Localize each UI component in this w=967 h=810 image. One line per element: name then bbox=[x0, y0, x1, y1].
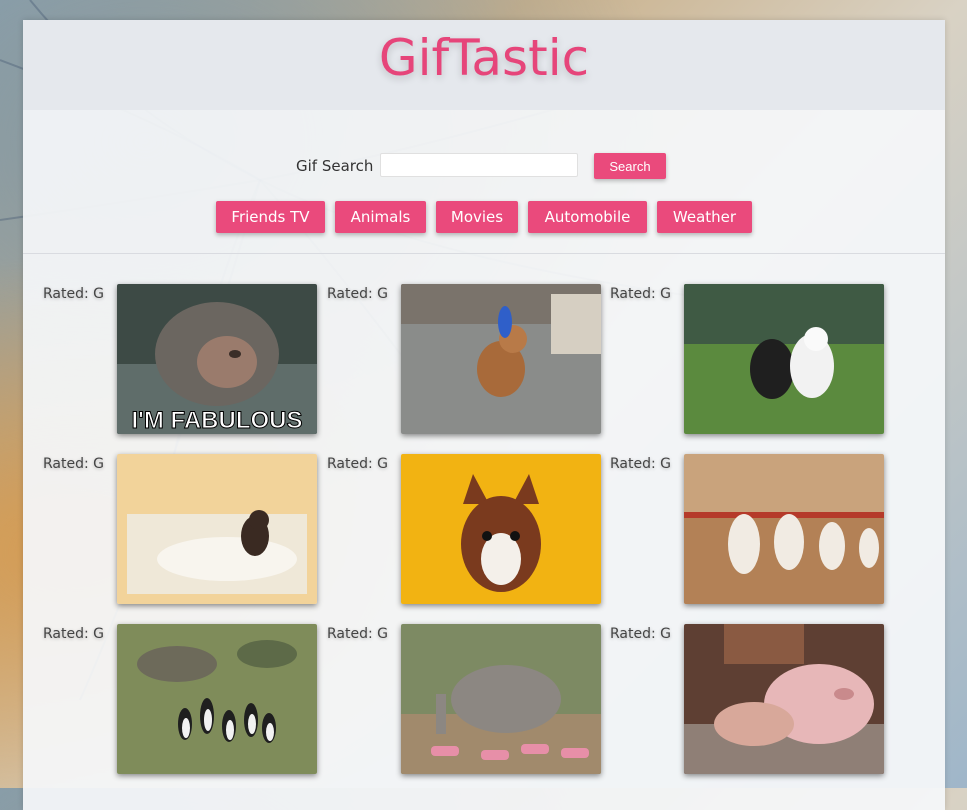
main-card: GifTastic Gif Search Search Friends TV A… bbox=[23, 20, 945, 810]
gif-item: Rated: G bbox=[43, 624, 317, 774]
gif-item: Rated: G bbox=[43, 454, 317, 604]
page-title: GifTastic bbox=[378, 29, 590, 87]
search-input[interactable] bbox=[380, 153, 578, 177]
gif-image-dog-toy[interactable] bbox=[401, 284, 601, 434]
divider bbox=[23, 253, 945, 254]
gif-rating: Rated: G bbox=[43, 286, 105, 302]
gif-image-pig[interactable] bbox=[684, 624, 884, 774]
gif-image-monkey-hot-spring[interactable]: I'M FABULOUS bbox=[117, 284, 317, 434]
header: GifTastic bbox=[23, 20, 945, 110]
topic-buttons: Friends TV Animals Movies Automobile Wea… bbox=[23, 201, 945, 233]
gif-item: Rated: G bbox=[610, 624, 884, 774]
search-form: Gif Search Search bbox=[23, 153, 945, 179]
topic-button-animals[interactable]: Animals bbox=[335, 201, 426, 233]
topic-button-automobile[interactable]: Automobile bbox=[528, 201, 647, 233]
gif-rating: Rated: G bbox=[610, 456, 672, 472]
topic-button-movies[interactable]: Movies bbox=[436, 201, 518, 233]
gif-rating: Rated: G bbox=[327, 456, 389, 472]
topic-button-weather[interactable]: Weather bbox=[657, 201, 752, 233]
gif-caption: I'M FABULOUS bbox=[131, 407, 302, 434]
gif-rating: Rated: G bbox=[43, 626, 105, 642]
gif-item: Rated: G bbox=[610, 454, 884, 604]
gif-item: Rated: G bbox=[327, 454, 601, 604]
gif-image-penguins[interactable] bbox=[117, 624, 317, 774]
gif-rating: Rated: G bbox=[610, 626, 672, 642]
gif-rating: Rated: G bbox=[327, 626, 389, 642]
gif-item: Rated: G I'M FABULOUS bbox=[43, 284, 317, 434]
topic-button-friends-tv[interactable]: Friends TV bbox=[216, 201, 325, 233]
gif-item: Rated: G bbox=[610, 284, 884, 434]
gif-image-monkey-bathtub[interactable] bbox=[117, 454, 317, 604]
gif-image-elephant[interactable] bbox=[401, 624, 601, 774]
gif-rating: Rated: G bbox=[43, 456, 105, 472]
search-button[interactable]: Search bbox=[594, 153, 666, 179]
search-label: Gif Search bbox=[296, 157, 374, 175]
gif-image-dogs-field[interactable] bbox=[684, 284, 884, 434]
gif-rating: Rated: G bbox=[327, 286, 389, 302]
gif-image-dancing-poodles[interactable] bbox=[684, 454, 884, 604]
gif-item: Rated: G bbox=[327, 284, 601, 434]
gif-image-boston-terrier[interactable] bbox=[401, 454, 601, 604]
gif-rating: Rated: G bbox=[610, 286, 672, 302]
gif-item: Rated: G bbox=[327, 624, 601, 774]
